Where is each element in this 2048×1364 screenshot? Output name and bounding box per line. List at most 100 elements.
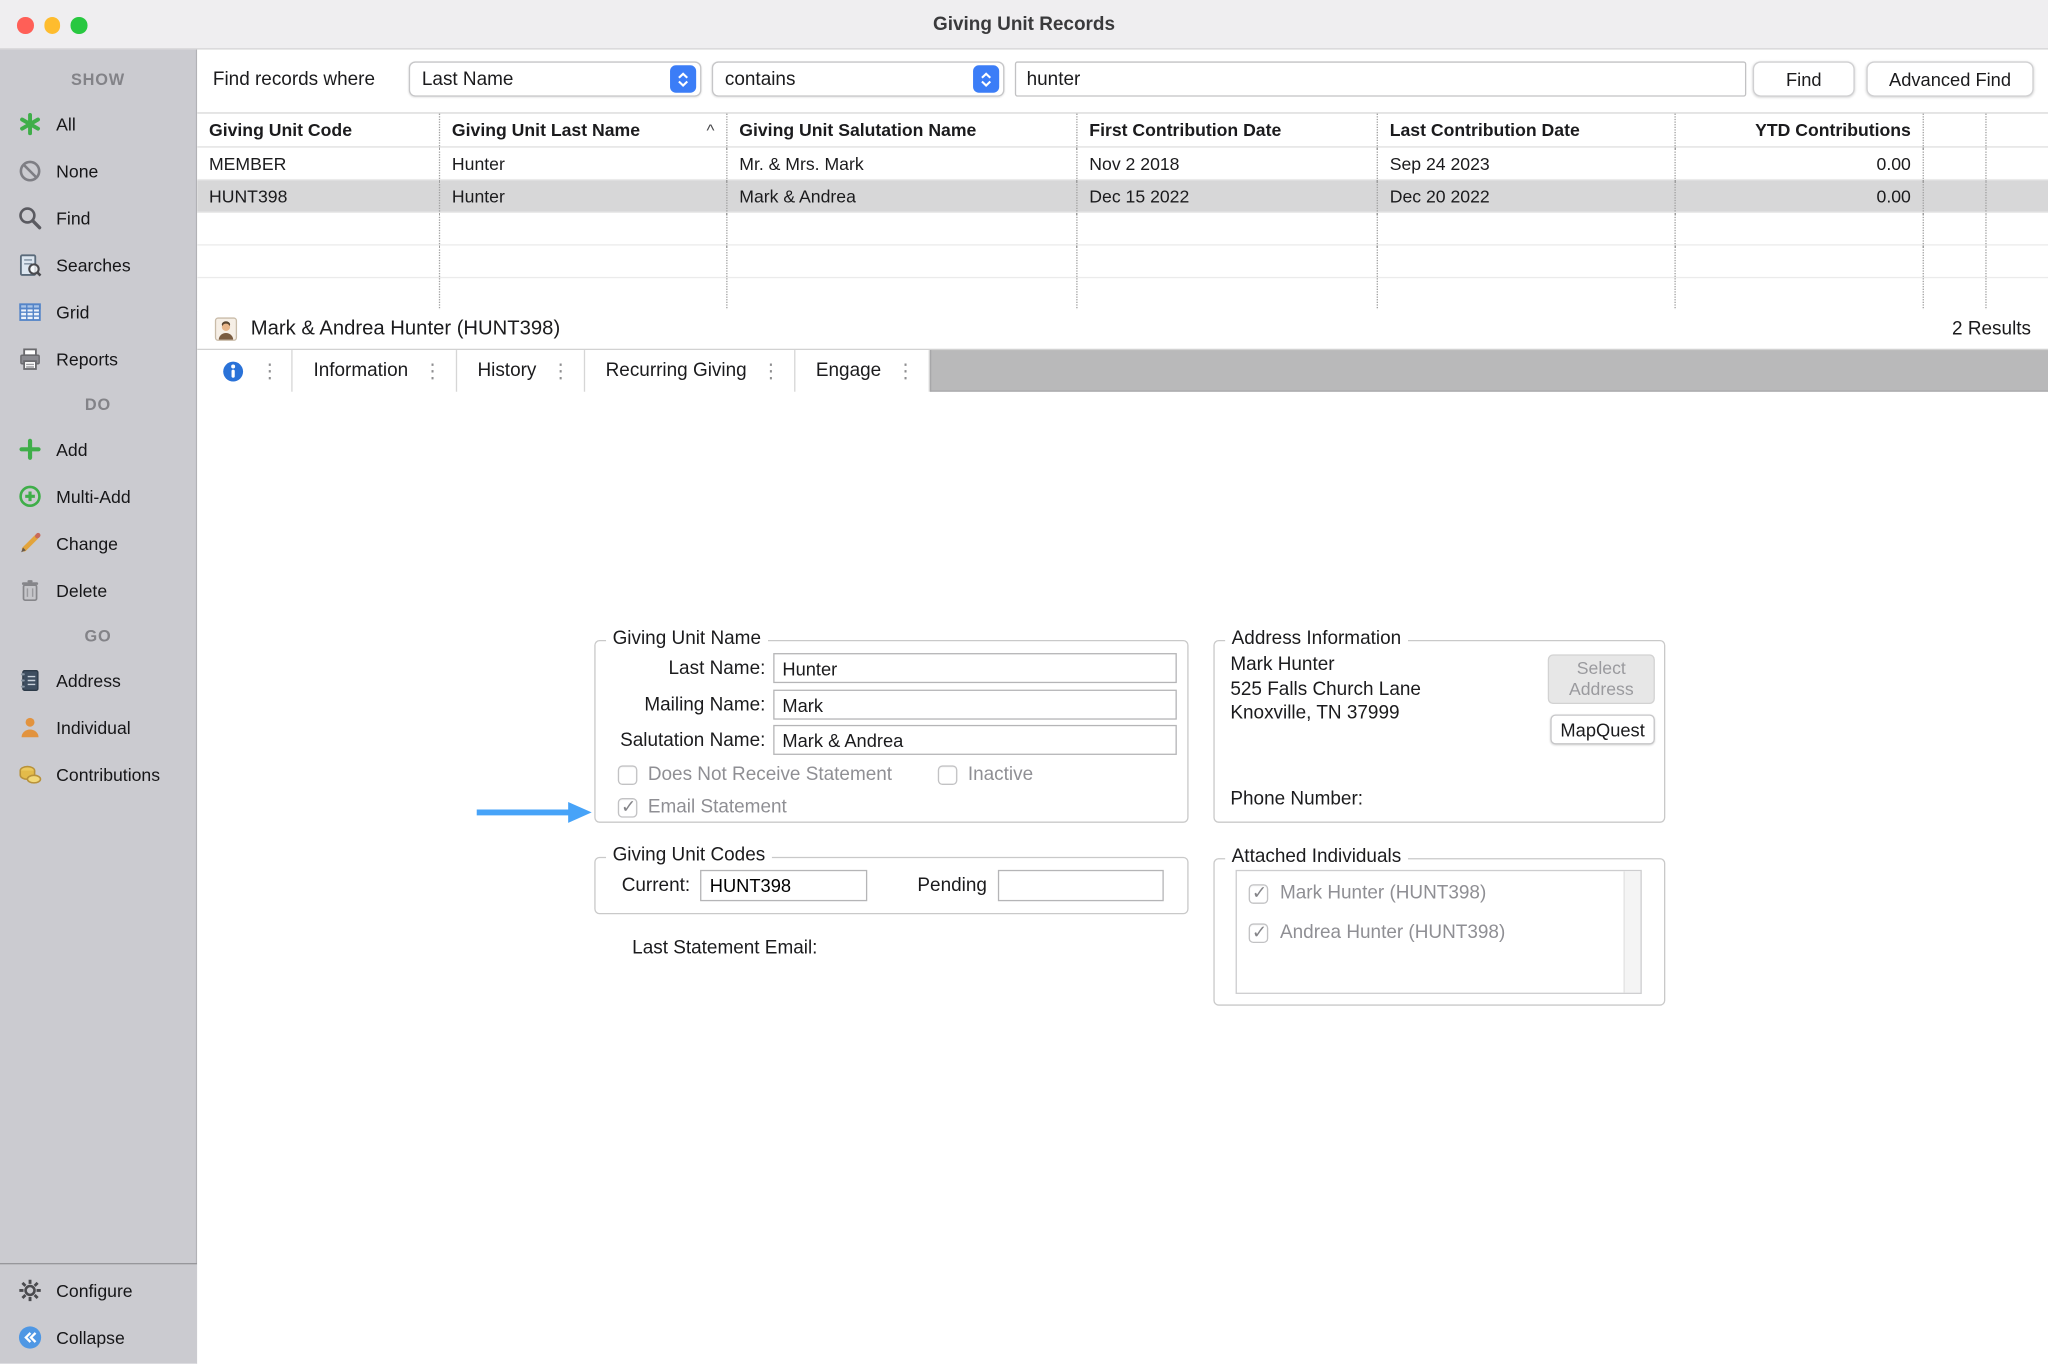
- tab-engage[interactable]: Engage: [795, 350, 930, 392]
- giving-unit-codes-group: Giving Unit Codes Current: Pending: [594, 857, 1188, 914]
- sidebar-item-contributions[interactable]: Contributions: [0, 751, 196, 798]
- cell-blank: [1676, 213, 1924, 244]
- sidebar-item-label: All: [56, 114, 76, 134]
- cell-blank: [1924, 246, 1987, 277]
- pencil-icon: [17, 530, 43, 556]
- sidebar-item-change[interactable]: Change: [0, 520, 196, 567]
- list-item[interactable]: Andrea Hunter (HUNT398): [1249, 922, 1506, 943]
- sidebar-item-find[interactable]: Find: [0, 195, 196, 242]
- address-information-group: Address Information Mark Hunter 525 Fall…: [1213, 640, 1665, 823]
- sidebar-item-configure[interactable]: Configure: [0, 1267, 197, 1314]
- does-not-receive-statement-checkbox[interactable]: [618, 765, 638, 785]
- tab-recurring-giving[interactable]: Recurring Giving: [585, 350, 795, 392]
- table-row[interactable]: MEMBER Hunter Mr. & Mrs. Mark Nov 2 2018…: [197, 148, 2048, 181]
- sidebar-item-collapse[interactable]: Collapse: [0, 1314, 197, 1361]
- mailing-name-field[interactable]: [773, 690, 1177, 720]
- field-dropdown[interactable]: Last Name: [409, 61, 702, 96]
- cell-blank: [440, 213, 727, 244]
- window-controls: [17, 17, 87, 33]
- tab-history[interactable]: History: [457, 350, 585, 392]
- select-address-button[interactable]: Select Address: [1548, 654, 1655, 704]
- drag-handle-icon[interactable]: [896, 359, 916, 383]
- column-header-giving-unit-salutation-name[interactable]: Giving Unit Salutation Name: [728, 114, 1078, 147]
- table-row-empty[interactable]: [197, 278, 2048, 311]
- zoom-button[interactable]: [71, 17, 87, 33]
- popup-chevrons-icon: [670, 65, 696, 92]
- salutation-name-field[interactable]: [773, 725, 1177, 755]
- sidebar-item-add[interactable]: Add: [0, 426, 196, 473]
- cell-last-date: Dec 20 2022: [1378, 180, 1676, 211]
- operator-dropdown-value: contains: [725, 69, 796, 90]
- cell-last-date: Sep 24 2023: [1378, 148, 1676, 179]
- column-header-last-contribution-date[interactable]: Last Contribution Date: [1378, 114, 1676, 147]
- cell-blank: [1924, 180, 1987, 211]
- table-header-row: Giving Unit Code Giving Unit Last Name G…: [197, 114, 2048, 148]
- field-dropdown-value: Last Name: [422, 69, 514, 90]
- information-form: Giving Unit Name Last Name: Mailing Name…: [197, 392, 2048, 1364]
- last-name-field[interactable]: [773, 653, 1177, 683]
- operator-dropdown[interactable]: contains: [712, 61, 1005, 96]
- advanced-find-button[interactable]: Advanced Find: [1866, 61, 2033, 96]
- sidebar-item-label: Reports: [56, 349, 118, 369]
- column-header-first-contribution-date[interactable]: First Contribution Date: [1078, 114, 1378, 147]
- find-button[interactable]: Find: [1753, 61, 1855, 96]
- inactive-checkbox[interactable]: [938, 765, 958, 785]
- cell-blank: [1676, 278, 1924, 311]
- table-header-filler: [1987, 114, 2048, 147]
- drag-handle-icon[interactable]: [260, 359, 280, 383]
- drag-handle-icon[interactable]: [761, 359, 781, 383]
- close-button[interactable]: [17, 17, 33, 33]
- sidebar-item-reports[interactable]: Reports: [0, 336, 196, 383]
- search-input[interactable]: [1015, 61, 1746, 96]
- cell-filler: [1987, 278, 2048, 311]
- cell-blank: [1924, 278, 1987, 311]
- attached-individuals-group: Attached Individuals Mark Hunter (HUNT39…: [1213, 858, 1665, 1006]
- sidebar-item-searches[interactable]: Searches: [0, 242, 196, 289]
- annotation-arrow: [474, 798, 594, 827]
- column-header-giving-unit-code[interactable]: Giving Unit Code: [197, 114, 440, 147]
- drag-handle-icon[interactable]: [551, 359, 571, 383]
- scrollbar[interactable]: [1624, 871, 1641, 992]
- sidebar-item-multi-add[interactable]: Multi-Add: [0, 473, 196, 520]
- mapquest-button[interactable]: MapQuest: [1550, 714, 1654, 744]
- cell-salutation: Mr. & Mrs. Mark: [728, 148, 1078, 179]
- column-header-ytd-contributions[interactable]: YTD Contributions: [1676, 114, 1924, 147]
- printer-icon: [17, 346, 43, 372]
- cell-blank: [728, 278, 1078, 311]
- address-block: Mark Hunter 525 Falls Church Lane Knoxvi…: [1230, 653, 1421, 725]
- sidebar-item-individual[interactable]: Individual: [0, 704, 196, 751]
- results-table: Giving Unit Code Giving Unit Last Name G…: [197, 112, 2048, 312]
- trash-icon: [17, 577, 43, 603]
- table-row-selected[interactable]: HUNT398 Hunter Mark & Andrea Dec 15 2022…: [197, 180, 2048, 213]
- tab-info[interactable]: [205, 350, 293, 392]
- individual-checkbox[interactable]: [1249, 923, 1269, 943]
- sidebar-item-label: Multi-Add: [56, 487, 130, 507]
- cell-last-name: Hunter: [440, 180, 727, 211]
- sidebar-item-all[interactable]: All: [0, 101, 196, 148]
- minimize-button[interactable]: [44, 17, 60, 33]
- sidebar-item-delete[interactable]: Delete: [0, 567, 196, 614]
- table-row-empty[interactable]: [197, 246, 2048, 279]
- cell-blank: [1924, 148, 1987, 179]
- sidebar-item-label: Grid: [56, 302, 89, 322]
- sidebar-item-none[interactable]: None: [0, 148, 196, 195]
- sidebar-item-label: Change: [56, 534, 118, 554]
- tab-information[interactable]: Information: [293, 350, 457, 392]
- column-header-giving-unit-last-name[interactable]: Giving Unit Last Name: [440, 114, 727, 147]
- sidebar-item-address[interactable]: Address: [0, 657, 196, 704]
- cell-ytd: 0.00: [1676, 148, 1924, 179]
- plus-icon: [17, 436, 43, 462]
- sidebar-item-grid[interactable]: Grid: [0, 289, 196, 336]
- title-bar: Giving Unit Records: [0, 0, 2048, 50]
- checkbox-label: Does Not Receive Statement: [648, 764, 892, 785]
- sidebar-item-label: Searches: [56, 255, 131, 275]
- pending-code-field[interactable]: [997, 870, 1163, 901]
- record-header: Mark & Andrea Hunter (HUNT398) 2 Results: [197, 310, 2048, 350]
- table-row-empty[interactable]: [197, 213, 2048, 246]
- current-code-field[interactable]: [701, 870, 868, 901]
- individual-checkbox[interactable]: [1249, 884, 1269, 904]
- cell-ytd: 0.00: [1676, 180, 1924, 211]
- list-item[interactable]: Mark Hunter (HUNT398): [1249, 883, 1487, 904]
- email-statement-checkbox[interactable]: [618, 797, 638, 817]
- drag-handle-icon[interactable]: [423, 359, 443, 383]
